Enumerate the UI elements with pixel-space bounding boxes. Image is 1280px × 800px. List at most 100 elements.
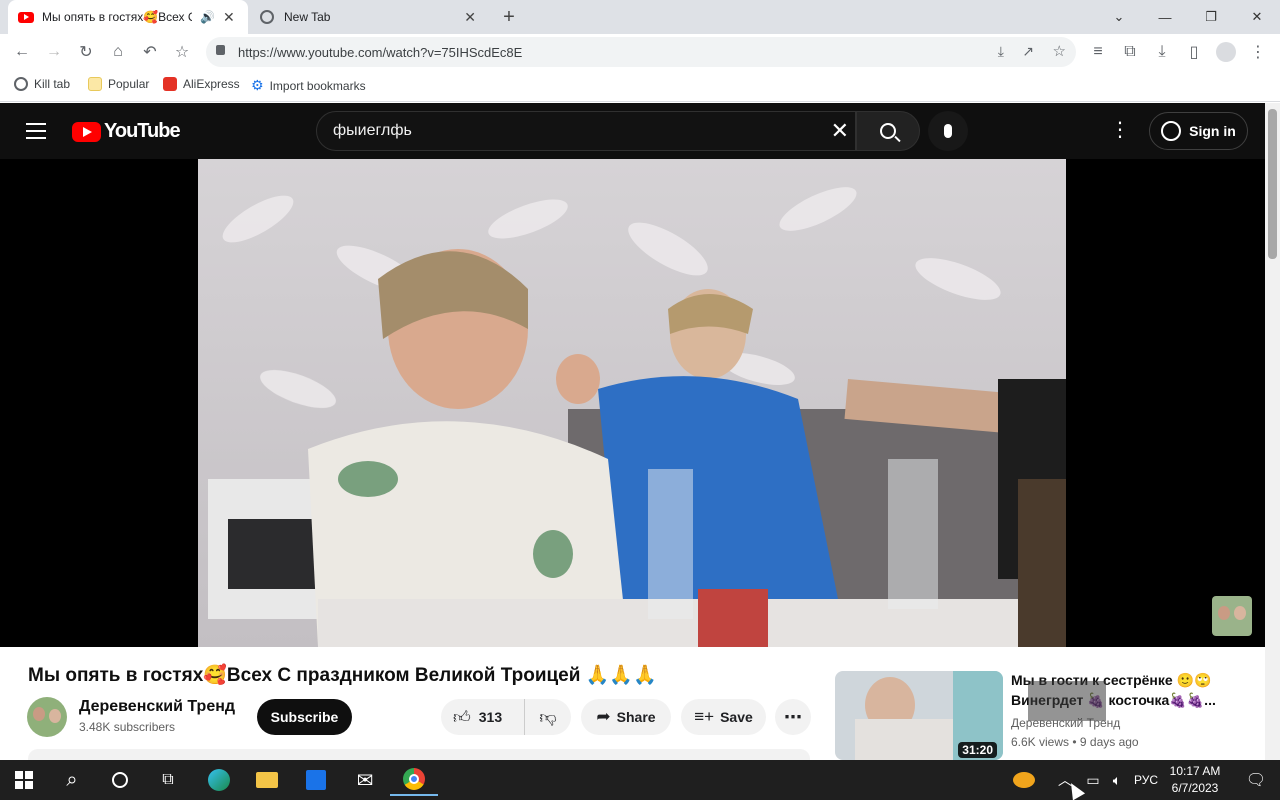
video-player-area — [0, 159, 1265, 647]
video-title: Мы опять в гостях🥰Всех С праздником Вели… — [28, 665, 657, 686]
search-icon — [880, 123, 901, 143]
save-button[interactable]: ≡+ Save — [681, 699, 766, 735]
more-actions-button[interactable]: ⋯ — [775, 699, 811, 735]
mail-icon[interactable]: ✉ — [341, 764, 389, 796]
tab-youtube[interactable]: Мы опять в гостях🥰Всех С 🔊 ✕ — [8, 0, 248, 34]
clear-search-icon[interactable]: ✕ — [831, 118, 849, 144]
tray-overflow-popup[interactable] — [1028, 681, 1106, 721]
plus-icon: + — [503, 5, 515, 28]
close-window-button[interactable]: ✕ — [1234, 0, 1280, 34]
tab-strip: Мы опять в гостях🥰Всех С 🔊 ✕ New Tab ✕ +… — [0, 0, 1280, 34]
browser-toolbar: ← → ↻ ⌂ ↶ ☆ https://www.youtube.com/watc… — [0, 34, 1280, 70]
volume-muted-icon[interactable]: 🔈︎ — [1102, 764, 1132, 796]
youtube-favicon-icon — [18, 11, 34, 23]
download-icon[interactable]: ⤓ — [1150, 40, 1174, 64]
aliexpress-icon — [163, 77, 177, 91]
notifications-icon[interactable]: 🗨︎ — [1232, 764, 1280, 796]
minimize-button[interactable]: — — [1142, 0, 1188, 34]
clock[interactable]: 10:17 AM 6/7/2023 — [1166, 763, 1224, 797]
install-icon[interactable]: ⤓ — [998, 43, 1004, 60]
new-tab-button[interactable]: + — [498, 6, 520, 28]
avatar[interactable] — [27, 697, 67, 737]
bookmark-kill-tab[interactable]: Kill tab — [14, 77, 70, 91]
language-indicator[interactable]: РУС — [1134, 773, 1158, 787]
bookmark-import[interactable]: ⚙ Import bookmarks — [251, 77, 366, 94]
bookmark-aliexpress[interactable]: AliExpress — [163, 77, 240, 91]
bookmark-star-icon[interactable]: ☆ — [170, 40, 194, 64]
playlist-add-icon: ≡+ — [694, 707, 715, 726]
dislike-button[interactable]: 👎︎ — [525, 699, 571, 735]
side-panel-icon[interactable]: ▯ — [1182, 40, 1206, 64]
subscriber-count: 3.48K subscribers — [79, 720, 176, 734]
page-scrollbar[interactable] — [1265, 103, 1280, 760]
address-bar[interactable]: https://www.youtube.com/watch?v=75IHScdE… — [206, 37, 1076, 67]
search-input[interactable]: фыиеглфь ✕ — [316, 111, 856, 151]
folder-icon — [88, 77, 102, 91]
video-still — [198, 159, 1066, 647]
reload-icon[interactable]: ↻ — [74, 40, 98, 64]
back-icon[interactable]: ← — [10, 40, 34, 64]
account-icon — [1161, 121, 1182, 141]
cortana-icon[interactable] — [96, 764, 144, 796]
media-controls-icon[interactable]: ≡ — [1086, 40, 1110, 64]
windows-logo-icon — [15, 771, 33, 789]
file-explorer-icon[interactable] — [243, 764, 291, 796]
close-tab-icon[interactable]: ✕ — [464, 9, 476, 26]
share-icon: ➦ — [596, 707, 611, 726]
video-frame[interactable] — [198, 159, 1066, 647]
youtube-header: YouTube фыиеглфь ✕ ⋮ Sign in — [0, 103, 1265, 159]
home-icon[interactable]: ⌂ — [106, 40, 130, 64]
microphone-icon — [944, 124, 952, 138]
channel-name[interactable]: Деревенский Тренд — [79, 698, 235, 716]
subscribe-button[interactable]: Subscribe — [257, 699, 352, 735]
recommended-meta: 6.6K views • 9 days ago — [1011, 735, 1139, 749]
close-tab-icon[interactable]: ✕ — [223, 9, 235, 26]
youtube-logo[interactable]: YouTube — [72, 120, 181, 143]
thumbs-up-icon: 👍︎ — [453, 707, 471, 727]
recommended-thumbnail[interactable]: 31:20 — [835, 671, 1003, 760]
clock-date: 6/7/2023 — [1171, 781, 1219, 795]
tab-search-icon[interactable]: ⌄ — [1096, 0, 1142, 34]
crop-icon[interactable]: ⧉ — [1118, 40, 1142, 64]
like-button[interactable]: 👍︎ 313 — [441, 699, 525, 735]
sign-in-button[interactable]: Sign in — [1149, 112, 1248, 150]
hamburger-menu-icon[interactable] — [26, 123, 46, 139]
search-button[interactable] — [856, 111, 920, 151]
windows-taskbar: ⌕ ⧉ ✉ ︿ ▭ 🔈︎ РУС 10:17 AM 6/7/2023 🗨︎ — [0, 760, 1280, 800]
voice-search-button[interactable] — [928, 111, 968, 151]
gear-icon: ⚙ — [251, 77, 264, 93]
youtube-play-icon — [72, 121, 101, 142]
video-info-section: Мы опять в гостях🥰Всех С праздником Вели… — [0, 647, 1265, 760]
bookmarks-bar: Kill tab Popular AliExpress ⚙ Import boo… — [0, 70, 1280, 102]
share-button[interactable]: ➦ Share — [581, 699, 671, 735]
tab-title: Мы опять в гостях🥰Всех С — [42, 10, 192, 24]
start-button[interactable] — [0, 764, 48, 796]
chrome-taskbar-icon[interactable] — [390, 764, 438, 796]
audio-playing-icon[interactable]: 🔊 — [200, 10, 215, 24]
thumbs-down-icon: 👎︎ — [539, 707, 557, 727]
share-page-icon[interactable]: ↗ — [1022, 43, 1034, 60]
weather-icon[interactable] — [1000, 764, 1048, 796]
globe-icon — [260, 10, 274, 24]
tab-title: New Tab — [284, 10, 331, 24]
star-icon[interactable]: ☆ — [1053, 42, 1066, 60]
scrollbar-thumb[interactable] — [1268, 109, 1277, 259]
description-box-top — [28, 749, 810, 760]
settings-kebab-icon[interactable]: ⋮ — [1110, 117, 1130, 142]
profile-icon[interactable] — [1214, 40, 1238, 64]
edge-icon[interactable] — [195, 764, 243, 796]
url-text: https://www.youtube.com/watch?v=75IHScdE… — [238, 44, 523, 60]
menu-kebab-icon[interactable]: ⋮ — [1246, 40, 1270, 64]
bookmark-popular[interactable]: Popular — [88, 77, 149, 91]
forward-icon[interactable]: → — [42, 40, 66, 64]
search-taskbar-icon[interactable]: ⌕ — [48, 764, 96, 796]
like-dislike-group: 👍︎ 313 👎︎ — [441, 699, 571, 735]
video-duration-badge: 31:20 — [958, 742, 997, 758]
task-view-icon[interactable]: ⧉ — [144, 764, 192, 796]
undo-close-icon[interactable]: ↶ — [138, 40, 162, 64]
tab-new-tab[interactable]: New Tab ✕ — [250, 0, 486, 34]
restore-button[interactable]: ❐ — [1188, 0, 1234, 34]
clock-time: 10:17 AM — [1169, 764, 1221, 778]
store-icon[interactable] — [292, 764, 340, 796]
channel-watermark[interactable] — [1212, 596, 1252, 636]
